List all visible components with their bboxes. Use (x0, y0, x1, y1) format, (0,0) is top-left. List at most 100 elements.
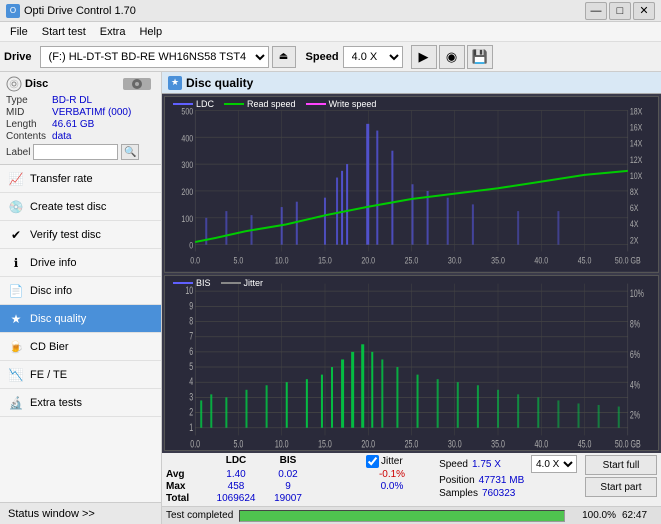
jitter-checkbox[interactable] (366, 455, 379, 468)
svg-text:2: 2 (189, 406, 193, 418)
svg-text:25.0: 25.0 (405, 438, 419, 450)
ldc-color (173, 103, 193, 105)
nav-fe-te[interactable]: 📉 FE / TE (0, 361, 161, 389)
disc-icon[interactable]: ◉ (439, 45, 465, 69)
svg-text:5.0: 5.0 (234, 254, 244, 265)
app-title: Opti Drive Control 1.70 (24, 5, 136, 17)
fe-te-icon: 📉 (8, 367, 24, 383)
disc-svg-icon (6, 76, 22, 92)
nav-extra-tests[interactable]: 🔬 Extra tests (0, 389, 161, 417)
nav-transfer-rate[interactable]: 📈 Transfer rate (0, 165, 161, 193)
svg-text:2X: 2X (630, 234, 639, 245)
stats-avg-row: Avg 1.40 0.02 -0.1% (166, 469, 418, 480)
legend-jitter-label: Jitter (244, 278, 264, 288)
close-button[interactable]: ✕ (633, 2, 655, 20)
status-window-button[interactable]: Status window >> (0, 502, 161, 524)
menu-extra[interactable]: Extra (94, 25, 132, 39)
legend-read-label: Read speed (247, 99, 296, 109)
verify-test-disc-icon: ✔ (8, 227, 24, 243)
save-icon[interactable]: 💾 (467, 45, 493, 69)
status-text: Test completed (166, 510, 233, 521)
title-bar-controls: — □ ✕ (585, 2, 655, 20)
nav-verify-test-disc[interactable]: ✔ Verify test disc (0, 221, 161, 249)
disc-quality-header: ★ Disc quality (162, 72, 661, 94)
nav-disc-quality-label: Disc quality (30, 313, 86, 325)
speed-stat-dropdown[interactable]: 4.0 X 2.0 X 8.0 X (531, 455, 577, 473)
disc-panel: Disc Type BD-R DL MID VERBATIMf (000) Le… (0, 72, 161, 165)
minimize-button[interactable]: — (585, 2, 607, 20)
svg-text:6: 6 (189, 345, 193, 357)
nav-create-test-disc-label: Create test disc (30, 201, 106, 213)
maximize-button[interactable]: □ (609, 2, 631, 20)
legend-ldc-label: LDC (196, 99, 214, 109)
menu-file[interactable]: File (4, 25, 34, 39)
eject-button[interactable]: ⏏ (272, 46, 296, 68)
play-icon[interactable]: ▶ (411, 45, 437, 69)
nav-disc-info[interactable]: 📄 Disc info (0, 277, 161, 305)
nav-transfer-rate-label: Transfer rate (30, 173, 93, 185)
speed-position-section: Speed 1.75 X 4.0 X 2.0 X 8.0 X Position … (439, 455, 577, 499)
legend-bis-label: BIS (196, 278, 211, 288)
right-section: Speed 1.75 X 4.0 X 2.0 X 8.0 X Position … (439, 455, 657, 499)
sidebar: Disc Type BD-R DL MID VERBATIMf (000) Le… (0, 72, 162, 524)
disc-panel-title: Disc (25, 78, 48, 90)
svg-text:200: 200 (181, 186, 193, 197)
chart1-legend: LDC Read speed Write speed (173, 99, 376, 109)
jitter-label: Jitter (381, 456, 403, 467)
app-icon: O (6, 4, 20, 18)
mid-key: MID (6, 107, 46, 118)
nav-cd-bier-label: CD Bier (30, 341, 69, 353)
disc-quality-header-icon: ★ (168, 76, 182, 90)
disc-quality-icon: ★ (8, 311, 24, 327)
svg-text:4%: 4% (630, 378, 640, 390)
nav-cd-bier[interactable]: 🍺 CD Bier (0, 333, 161, 361)
nav-items: 📈 Transfer rate 💿 Create test disc ✔ Ver… (0, 165, 161, 502)
start-buttons: Start full Start part (585, 455, 657, 497)
charts-area: LDC Read speed Write speed (162, 94, 661, 453)
svg-text:0: 0 (189, 240, 193, 251)
svg-text:30.0: 30.0 (448, 438, 462, 450)
svg-text:300: 300 (181, 159, 193, 170)
svg-text:0.0: 0.0 (190, 254, 200, 265)
svg-text:7: 7 (189, 330, 193, 342)
ldc-header: LDC (210, 455, 262, 468)
svg-text:20.0: 20.0 (361, 438, 375, 450)
svg-text:8: 8 (189, 315, 193, 327)
svg-text:35.0: 35.0 (491, 438, 505, 450)
svg-text:100: 100 (181, 213, 193, 224)
svg-text:6X: 6X (630, 202, 639, 213)
menu-help[interactable]: Help (133, 25, 168, 39)
label-input[interactable] (33, 144, 118, 160)
svg-text:25.0: 25.0 (405, 254, 419, 265)
title-bar-left: O Opti Drive Control 1.70 (6, 4, 136, 18)
max-label: Max (166, 481, 210, 492)
write-color (306, 103, 326, 105)
start-full-button[interactable]: Start full (585, 455, 657, 475)
svg-text:5: 5 (189, 360, 193, 372)
label-edit-button[interactable]: 🔍 (121, 144, 139, 160)
max-jitter: 0.0% (366, 481, 418, 492)
svg-text:0.0: 0.0 (190, 438, 200, 450)
chart2-legend: BIS Jitter (173, 278, 263, 288)
progress-bar-outer (239, 510, 565, 522)
bis-chart-svg: 10 9 8 7 6 5 4 3 2 1 10% 8% 6% 4% 2% (165, 276, 658, 451)
nav-fe-te-label: FE / TE (30, 369, 67, 381)
start-part-button[interactable]: Start part (585, 477, 657, 497)
disc-info-rows: Type BD-R DL MID VERBATIMf (000) Length … (6, 95, 155, 142)
position-value: 47731 MB (479, 475, 534, 486)
nav-drive-info[interactable]: ℹ Drive info (0, 249, 161, 277)
nav-create-test-disc[interactable]: 💿 Create test disc (0, 193, 161, 221)
nav-disc-quality[interactable]: ★ Disc quality (0, 305, 161, 333)
drive-label: Drive (4, 51, 32, 63)
bis-color (173, 282, 193, 284)
svg-text:1: 1 (189, 421, 193, 433)
speed-select[interactable]: 4.0 X 2.0 X 8.0 X (343, 46, 403, 68)
drive-select[interactable]: (F:) HL-DT-ST BD-RE WH16NS58 TST4 (40, 46, 269, 68)
progress-bar-inner (240, 511, 564, 521)
menu-start-test[interactable]: Start test (36, 25, 92, 39)
legend-bis: BIS (173, 278, 211, 288)
svg-text:45.0: 45.0 (578, 254, 592, 265)
max-ldc: 458 (210, 481, 262, 492)
progress-time: 62:47 (622, 510, 657, 521)
toolbar-icons: ▶ ◉ 💾 (411, 45, 493, 69)
